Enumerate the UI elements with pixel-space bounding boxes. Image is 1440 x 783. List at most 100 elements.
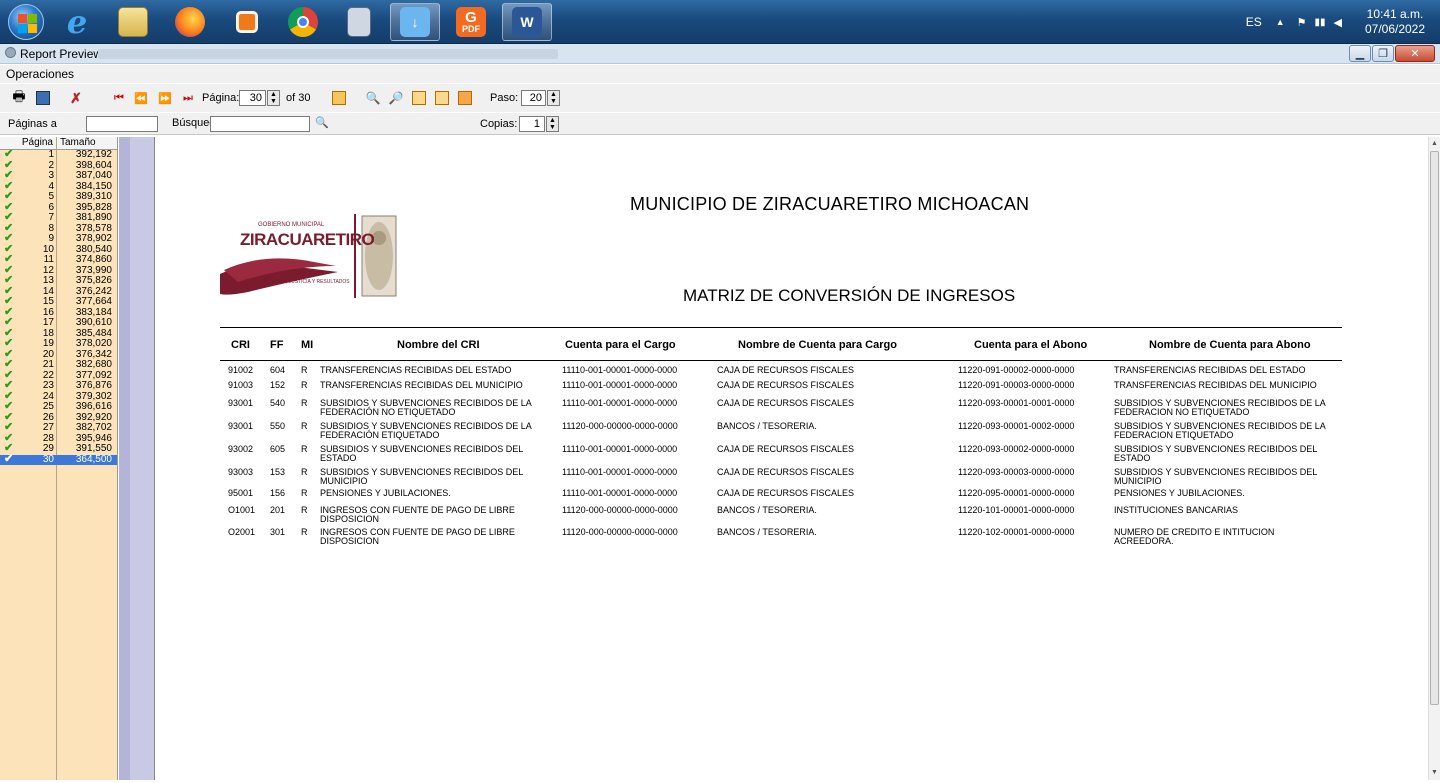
cell-nombre-cargo: CAJA DE RECURSOS FISCALES bbox=[717, 398, 855, 408]
copies-spinner[interactable]: ▲ ▼ bbox=[546, 116, 559, 132]
menu-operaciones[interactable]: Operaciones bbox=[6, 67, 74, 81]
page-size: 390,610 bbox=[75, 317, 112, 328]
export-button[interactable] bbox=[32, 88, 54, 108]
page-list-row[interactable]: ✔ 27 382,702 bbox=[0, 422, 117, 434]
page-list-row[interactable]: ✔ 30 364,500 bbox=[0, 453, 117, 465]
clock[interactable]: 10:41 a.m. 07/06/2022 bbox=[1350, 7, 1440, 37]
cell-cri: O2001 bbox=[228, 527, 256, 537]
last-page-button[interactable]: ⏭ bbox=[177, 88, 199, 108]
page-list-row[interactable]: ✔ 7 381,890 bbox=[0, 212, 117, 224]
page-number: 22 bbox=[42, 369, 54, 381]
page-list-row[interactable]: ✔ 21 382,680 bbox=[0, 359, 117, 371]
pagina-label: Página: bbox=[202, 92, 240, 104]
page-list-row[interactable]: ✔ 19 378,020 bbox=[0, 338, 117, 350]
cell-mi: R bbox=[301, 444, 308, 454]
col-ff-header: FF bbox=[270, 339, 284, 351]
pdf-app-icon: G PDF bbox=[456, 7, 486, 37]
page-list-row[interactable]: ✔ 29 391,550 bbox=[0, 443, 117, 455]
page-list-row[interactable]: ✔ 13 375,826 bbox=[0, 275, 117, 287]
cell-ff: 540 bbox=[270, 398, 286, 408]
prev-pages-button[interactable]: ⏪ bbox=[130, 88, 152, 108]
page-size: 396,616 bbox=[75, 401, 112, 412]
next-pages-button[interactable]: ⏩ bbox=[154, 88, 176, 108]
maximize-button[interactable]: ❐ bbox=[1372, 45, 1394, 62]
taskbar-internet-explorer[interactable]: e bbox=[52, 3, 102, 41]
language-indicator[interactable]: ES bbox=[1246, 15, 1262, 29]
check-icon: ✔ bbox=[4, 305, 14, 318]
page-list-row[interactable]: ✔ 25 396,616 bbox=[0, 400, 117, 413]
cell-nombre-cargo: BANCOS / TESORERIA. bbox=[717, 505, 817, 515]
page-list-row[interactable]: ✔ 1 392,192 bbox=[0, 148, 117, 161]
page-number: 10 bbox=[42, 243, 54, 255]
search-icon[interactable]: 🔍 bbox=[315, 116, 329, 129]
check-icon: ✔ bbox=[4, 379, 14, 391]
cell-ff: 153 bbox=[270, 467, 286, 477]
cell-cuenta-abono: 11220-093-00001-0002-0000 bbox=[958, 421, 1075, 431]
cell-cuenta-cargo: 11120-000-00000-0000-0000 bbox=[562, 505, 678, 515]
check-icon: ✔ bbox=[4, 253, 14, 265]
page-number-input[interactable]: 30 bbox=[239, 90, 266, 106]
page-list-row[interactable]: ✔ 23 376,876 bbox=[0, 379, 117, 392]
zoom-out-button[interactable]: 🔎 bbox=[385, 88, 407, 108]
scroll-up-icon[interactable]: ▲ bbox=[1431, 140, 1438, 147]
taskbar-file-explorer[interactable] bbox=[108, 3, 158, 41]
volume-icon[interactable]: ◀ bbox=[1334, 16, 1342, 29]
page-number: 2 bbox=[48, 159, 54, 171]
fast-backward-icon: ⏪ bbox=[134, 92, 148, 105]
page-number: 12 bbox=[42, 264, 54, 276]
fit-page-button[interactable] bbox=[454, 88, 476, 108]
taskbar-chrome[interactable] bbox=[278, 3, 328, 41]
page-list-row[interactable]: ✔ 5 389,310 bbox=[0, 191, 117, 203]
cancel-tool-button[interactable]: ✗ bbox=[65, 88, 87, 108]
check-icon: ✔ bbox=[4, 148, 14, 160]
page-list-row[interactable]: ✔ 9 378,902 bbox=[0, 233, 117, 245]
scroll-thumb[interactable] bbox=[1430, 151, 1439, 705]
taskbar-firefox[interactable] bbox=[165, 3, 215, 41]
zoom-in-button[interactable]: 🔍 bbox=[362, 88, 384, 108]
cell-mi: R bbox=[301, 398, 308, 408]
close-button[interactable]: ✕ bbox=[1395, 45, 1435, 62]
copies-input[interactable]: 1 bbox=[519, 116, 545, 132]
toolbar: 🖶 ✗ ⏮ ⏪ ⏩ ⏭ Página: 30 ▲ ▼ of 30 🔍 🔎 Paso… bbox=[0, 84, 1440, 112]
pages-range-input[interactable] bbox=[86, 116, 158, 132]
print-button[interactable]: 🖶 bbox=[8, 88, 30, 108]
taskbar-pdf-app[interactable]: G PDF bbox=[446, 3, 496, 41]
cell-cuenta-cargo: 11110-001-00001-0000-0000 bbox=[562, 488, 678, 498]
page-list-row[interactable]: ✔ 15 377,664 bbox=[0, 296, 117, 308]
paso-spinner[interactable]: ▲ ▼ bbox=[547, 90, 560, 106]
first-page-button[interactable]: ⏮ bbox=[108, 88, 130, 108]
page-number: 29 bbox=[42, 443, 54, 454]
fit-height-button[interactable] bbox=[431, 88, 453, 108]
window-titlebar: Report Preview ▁ ❐ ✕ bbox=[0, 44, 1440, 64]
page-list-panel: Página Tamaño ✔ 1 392,192 ✔ 2 398,604 ✔ 3 387,04… bbox=[0, 137, 118, 780]
taskbar-word[interactable]: W bbox=[502, 3, 552, 41]
fit-width-button[interactable] bbox=[408, 88, 430, 108]
network-icon[interactable]: ▮▮ bbox=[1315, 17, 1326, 28]
page-spinner[interactable]: ▲ ▼ bbox=[267, 90, 280, 106]
page-list-row[interactable]: ✔ 17 390,610 bbox=[0, 317, 117, 329]
windows-logo-part bbox=[18, 24, 27, 33]
page-list-row[interactable]: ✔ 11 374,860 bbox=[0, 253, 117, 266]
taskbar-download[interactable]: ↓ bbox=[390, 3, 440, 41]
show-hidden-icons-icon[interactable]: ▲ bbox=[1276, 17, 1285, 27]
action-center-flag-icon[interactable]: ⚑ bbox=[1297, 16, 1307, 29]
cell-nombre-abono: ACREEDORA. bbox=[1114, 536, 1174, 546]
page-settings-button[interactable] bbox=[328, 88, 350, 108]
windows-logo-part bbox=[28, 24, 37, 33]
file-explorer-icon bbox=[118, 7, 148, 37]
taskbar-calculator[interactable] bbox=[334, 3, 384, 41]
taskbar-app-orange[interactable] bbox=[222, 3, 272, 41]
cell-nombre-cri: ESTADO bbox=[320, 453, 357, 463]
paso-input[interactable]: 20 bbox=[521, 90, 546, 106]
minimize-button[interactable]: ▁ bbox=[1349, 45, 1371, 62]
vertical-scrollbar[interactable]: ▲ ▼ bbox=[1428, 137, 1440, 780]
search-input[interactable] bbox=[210, 116, 310, 132]
cell-cri: O1001 bbox=[228, 505, 256, 515]
check-icon: ✔ bbox=[4, 400, 14, 412]
page-list-row[interactable]: ✔ 3 387,040 bbox=[0, 170, 117, 182]
page-number: 15 bbox=[42, 296, 54, 307]
page-size: 378,020 bbox=[75, 338, 112, 349]
cell-nombre-abono: ESTADO bbox=[1114, 453, 1151, 463]
scroll-down-icon[interactable]: ▼ bbox=[1431, 769, 1438, 776]
header-bottom-rule bbox=[220, 360, 1342, 361]
